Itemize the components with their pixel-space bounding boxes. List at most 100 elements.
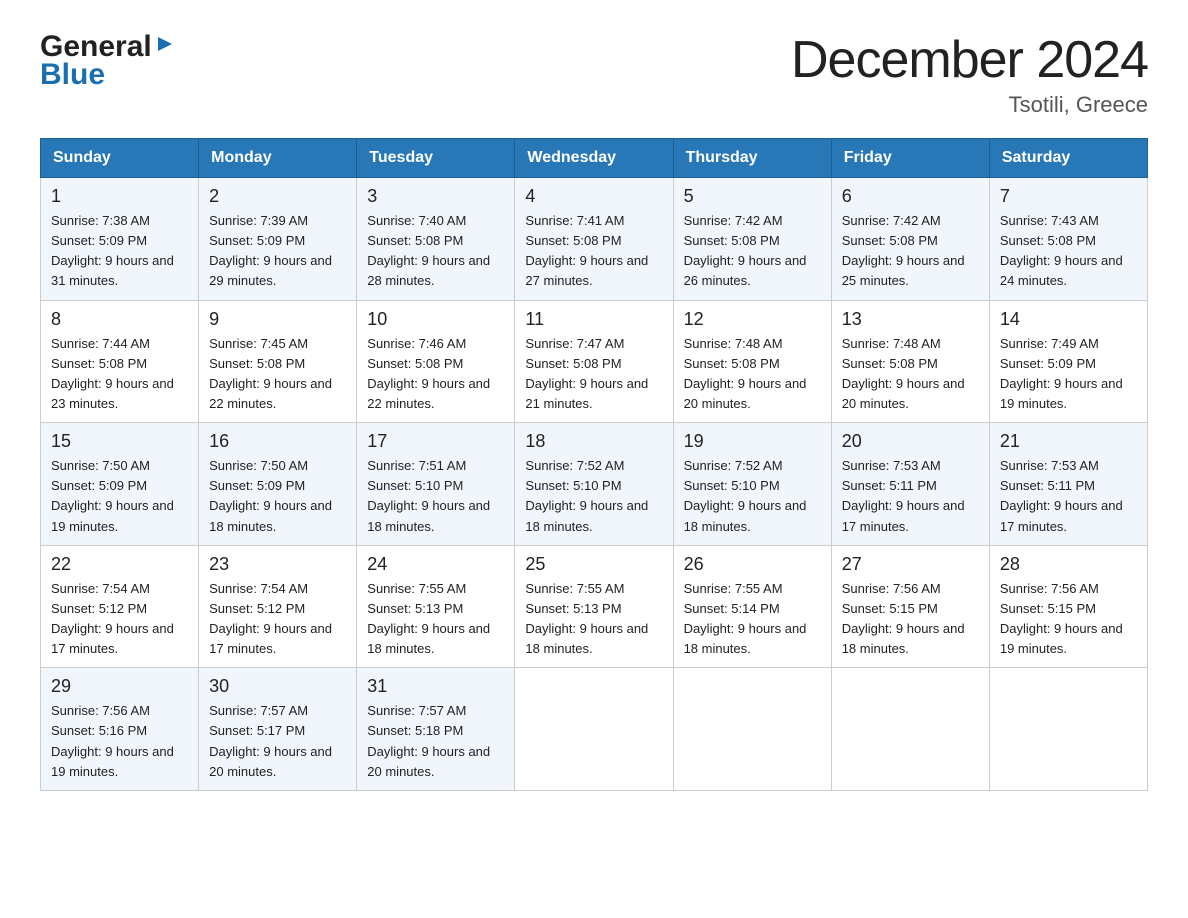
table-row: 15 Sunrise: 7:50 AM Sunset: 5:09 PM Dayl… <box>41 423 199 546</box>
day-number: 25 <box>525 554 662 575</box>
day-info: Sunrise: 7:52 AM Sunset: 5:10 PM Dayligh… <box>525 456 662 537</box>
table-row: 17 Sunrise: 7:51 AM Sunset: 5:10 PM Dayl… <box>357 423 515 546</box>
day-info: Sunrise: 7:54 AM Sunset: 5:12 PM Dayligh… <box>51 579 188 660</box>
table-row: 21 Sunrise: 7:53 AM Sunset: 5:11 PM Dayl… <box>989 423 1147 546</box>
day-number: 30 <box>209 676 346 697</box>
table-row <box>831 668 989 791</box>
day-number: 18 <box>525 431 662 452</box>
table-row <box>673 668 831 791</box>
calendar-week-row: 22 Sunrise: 7:54 AM Sunset: 5:12 PM Dayl… <box>41 545 1148 668</box>
table-row: 8 Sunrise: 7:44 AM Sunset: 5:08 PM Dayli… <box>41 300 199 423</box>
day-number: 16 <box>209 431 346 452</box>
table-row: 20 Sunrise: 7:53 AM Sunset: 5:11 PM Dayl… <box>831 423 989 546</box>
calendar-week-row: 1 Sunrise: 7:38 AM Sunset: 5:09 PM Dayli… <box>41 178 1148 301</box>
day-number: 19 <box>684 431 821 452</box>
table-row: 22 Sunrise: 7:54 AM Sunset: 5:12 PM Dayl… <box>41 545 199 668</box>
logo-blue-text: Blue <box>40 58 176 92</box>
day-info: Sunrise: 7:50 AM Sunset: 5:09 PM Dayligh… <box>51 456 188 537</box>
day-info: Sunrise: 7:47 AM Sunset: 5:08 PM Dayligh… <box>525 334 662 415</box>
day-info: Sunrise: 7:57 AM Sunset: 5:17 PM Dayligh… <box>209 701 346 782</box>
day-info: Sunrise: 7:51 AM Sunset: 5:10 PM Dayligh… <box>367 456 504 537</box>
day-info: Sunrise: 7:52 AM Sunset: 5:10 PM Dayligh… <box>684 456 821 537</box>
day-number: 7 <box>1000 186 1137 207</box>
month-year-title: December 2024 <box>791 30 1148 90</box>
day-info: Sunrise: 7:50 AM Sunset: 5:09 PM Dayligh… <box>209 456 346 537</box>
table-row: 12 Sunrise: 7:48 AM Sunset: 5:08 PM Dayl… <box>673 300 831 423</box>
day-number: 20 <box>842 431 979 452</box>
table-row: 9 Sunrise: 7:45 AM Sunset: 5:08 PM Dayli… <box>199 300 357 423</box>
day-info: Sunrise: 7:53 AM Sunset: 5:11 PM Dayligh… <box>1000 456 1137 537</box>
day-info: Sunrise: 7:41 AM Sunset: 5:08 PM Dayligh… <box>525 211 662 292</box>
day-info: Sunrise: 7:56 AM Sunset: 5:15 PM Dayligh… <box>1000 579 1137 660</box>
table-row: 11 Sunrise: 7:47 AM Sunset: 5:08 PM Dayl… <box>515 300 673 423</box>
col-thursday: Thursday <box>673 139 831 178</box>
day-info: Sunrise: 7:48 AM Sunset: 5:08 PM Dayligh… <box>684 334 821 415</box>
table-row: 30 Sunrise: 7:57 AM Sunset: 5:17 PM Dayl… <box>199 668 357 791</box>
table-row: 28 Sunrise: 7:56 AM Sunset: 5:15 PM Dayl… <box>989 545 1147 668</box>
day-number: 27 <box>842 554 979 575</box>
table-row: 18 Sunrise: 7:52 AM Sunset: 5:10 PM Dayl… <box>515 423 673 546</box>
day-info: Sunrise: 7:55 AM Sunset: 5:13 PM Dayligh… <box>525 579 662 660</box>
day-info: Sunrise: 7:40 AM Sunset: 5:08 PM Dayligh… <box>367 211 504 292</box>
table-row: 5 Sunrise: 7:42 AM Sunset: 5:08 PM Dayli… <box>673 178 831 301</box>
table-row: 19 Sunrise: 7:52 AM Sunset: 5:10 PM Dayl… <box>673 423 831 546</box>
calendar-header-row: Sunday Monday Tuesday Wednesday Thursday… <box>41 139 1148 178</box>
col-sunday: Sunday <box>41 139 199 178</box>
logo-arrow-icon <box>154 33 176 55</box>
col-monday: Monday <box>199 139 357 178</box>
day-number: 11 <box>525 309 662 330</box>
day-info: Sunrise: 7:39 AM Sunset: 5:09 PM Dayligh… <box>209 211 346 292</box>
day-number: 9 <box>209 309 346 330</box>
day-number: 24 <box>367 554 504 575</box>
table-row: 2 Sunrise: 7:39 AM Sunset: 5:09 PM Dayli… <box>199 178 357 301</box>
day-number: 12 <box>684 309 821 330</box>
day-number: 4 <box>525 186 662 207</box>
table-row: 16 Sunrise: 7:50 AM Sunset: 5:09 PM Dayl… <box>199 423 357 546</box>
table-row <box>515 668 673 791</box>
day-number: 3 <box>367 186 504 207</box>
day-number: 31 <box>367 676 504 697</box>
table-row: 13 Sunrise: 7:48 AM Sunset: 5:08 PM Dayl… <box>831 300 989 423</box>
col-tuesday: Tuesday <box>357 139 515 178</box>
day-info: Sunrise: 7:56 AM Sunset: 5:16 PM Dayligh… <box>51 701 188 782</box>
day-number: 8 <box>51 309 188 330</box>
table-row: 14 Sunrise: 7:49 AM Sunset: 5:09 PM Dayl… <box>989 300 1147 423</box>
day-number: 14 <box>1000 309 1137 330</box>
calendar-week-row: 15 Sunrise: 7:50 AM Sunset: 5:09 PM Dayl… <box>41 423 1148 546</box>
page-header: General Blue December 2024 Tsotili, Gree… <box>40 30 1148 118</box>
title-block: December 2024 Tsotili, Greece <box>791 30 1148 118</box>
day-number: 1 <box>51 186 188 207</box>
day-info: Sunrise: 7:55 AM Sunset: 5:13 PM Dayligh… <box>367 579 504 660</box>
day-info: Sunrise: 7:45 AM Sunset: 5:08 PM Dayligh… <box>209 334 346 415</box>
day-number: 15 <box>51 431 188 452</box>
day-number: 26 <box>684 554 821 575</box>
day-number: 21 <box>1000 431 1137 452</box>
day-info: Sunrise: 7:53 AM Sunset: 5:11 PM Dayligh… <box>842 456 979 537</box>
calendar-week-row: 29 Sunrise: 7:56 AM Sunset: 5:16 PM Dayl… <box>41 668 1148 791</box>
day-info: Sunrise: 7:56 AM Sunset: 5:15 PM Dayligh… <box>842 579 979 660</box>
day-info: Sunrise: 7:42 AM Sunset: 5:08 PM Dayligh… <box>842 211 979 292</box>
day-number: 2 <box>209 186 346 207</box>
day-info: Sunrise: 7:42 AM Sunset: 5:08 PM Dayligh… <box>684 211 821 292</box>
day-number: 29 <box>51 676 188 697</box>
table-row: 29 Sunrise: 7:56 AM Sunset: 5:16 PM Dayl… <box>41 668 199 791</box>
day-number: 28 <box>1000 554 1137 575</box>
day-number: 17 <box>367 431 504 452</box>
table-row: 31 Sunrise: 7:57 AM Sunset: 5:18 PM Dayl… <box>357 668 515 791</box>
day-info: Sunrise: 7:55 AM Sunset: 5:14 PM Dayligh… <box>684 579 821 660</box>
table-row <box>989 668 1147 791</box>
day-info: Sunrise: 7:38 AM Sunset: 5:09 PM Dayligh… <box>51 211 188 292</box>
day-info: Sunrise: 7:46 AM Sunset: 5:08 PM Dayligh… <box>367 334 504 415</box>
day-number: 5 <box>684 186 821 207</box>
day-number: 22 <box>51 554 188 575</box>
logo: General Blue <box>40 30 176 92</box>
day-info: Sunrise: 7:44 AM Sunset: 5:08 PM Dayligh… <box>51 334 188 415</box>
location-subtitle: Tsotili, Greece <box>791 92 1148 118</box>
table-row: 6 Sunrise: 7:42 AM Sunset: 5:08 PM Dayli… <box>831 178 989 301</box>
day-number: 10 <box>367 309 504 330</box>
day-number: 6 <box>842 186 979 207</box>
table-row: 7 Sunrise: 7:43 AM Sunset: 5:08 PM Dayli… <box>989 178 1147 301</box>
calendar-week-row: 8 Sunrise: 7:44 AM Sunset: 5:08 PM Dayli… <box>41 300 1148 423</box>
table-row: 3 Sunrise: 7:40 AM Sunset: 5:08 PM Dayli… <box>357 178 515 301</box>
table-row: 25 Sunrise: 7:55 AM Sunset: 5:13 PM Dayl… <box>515 545 673 668</box>
